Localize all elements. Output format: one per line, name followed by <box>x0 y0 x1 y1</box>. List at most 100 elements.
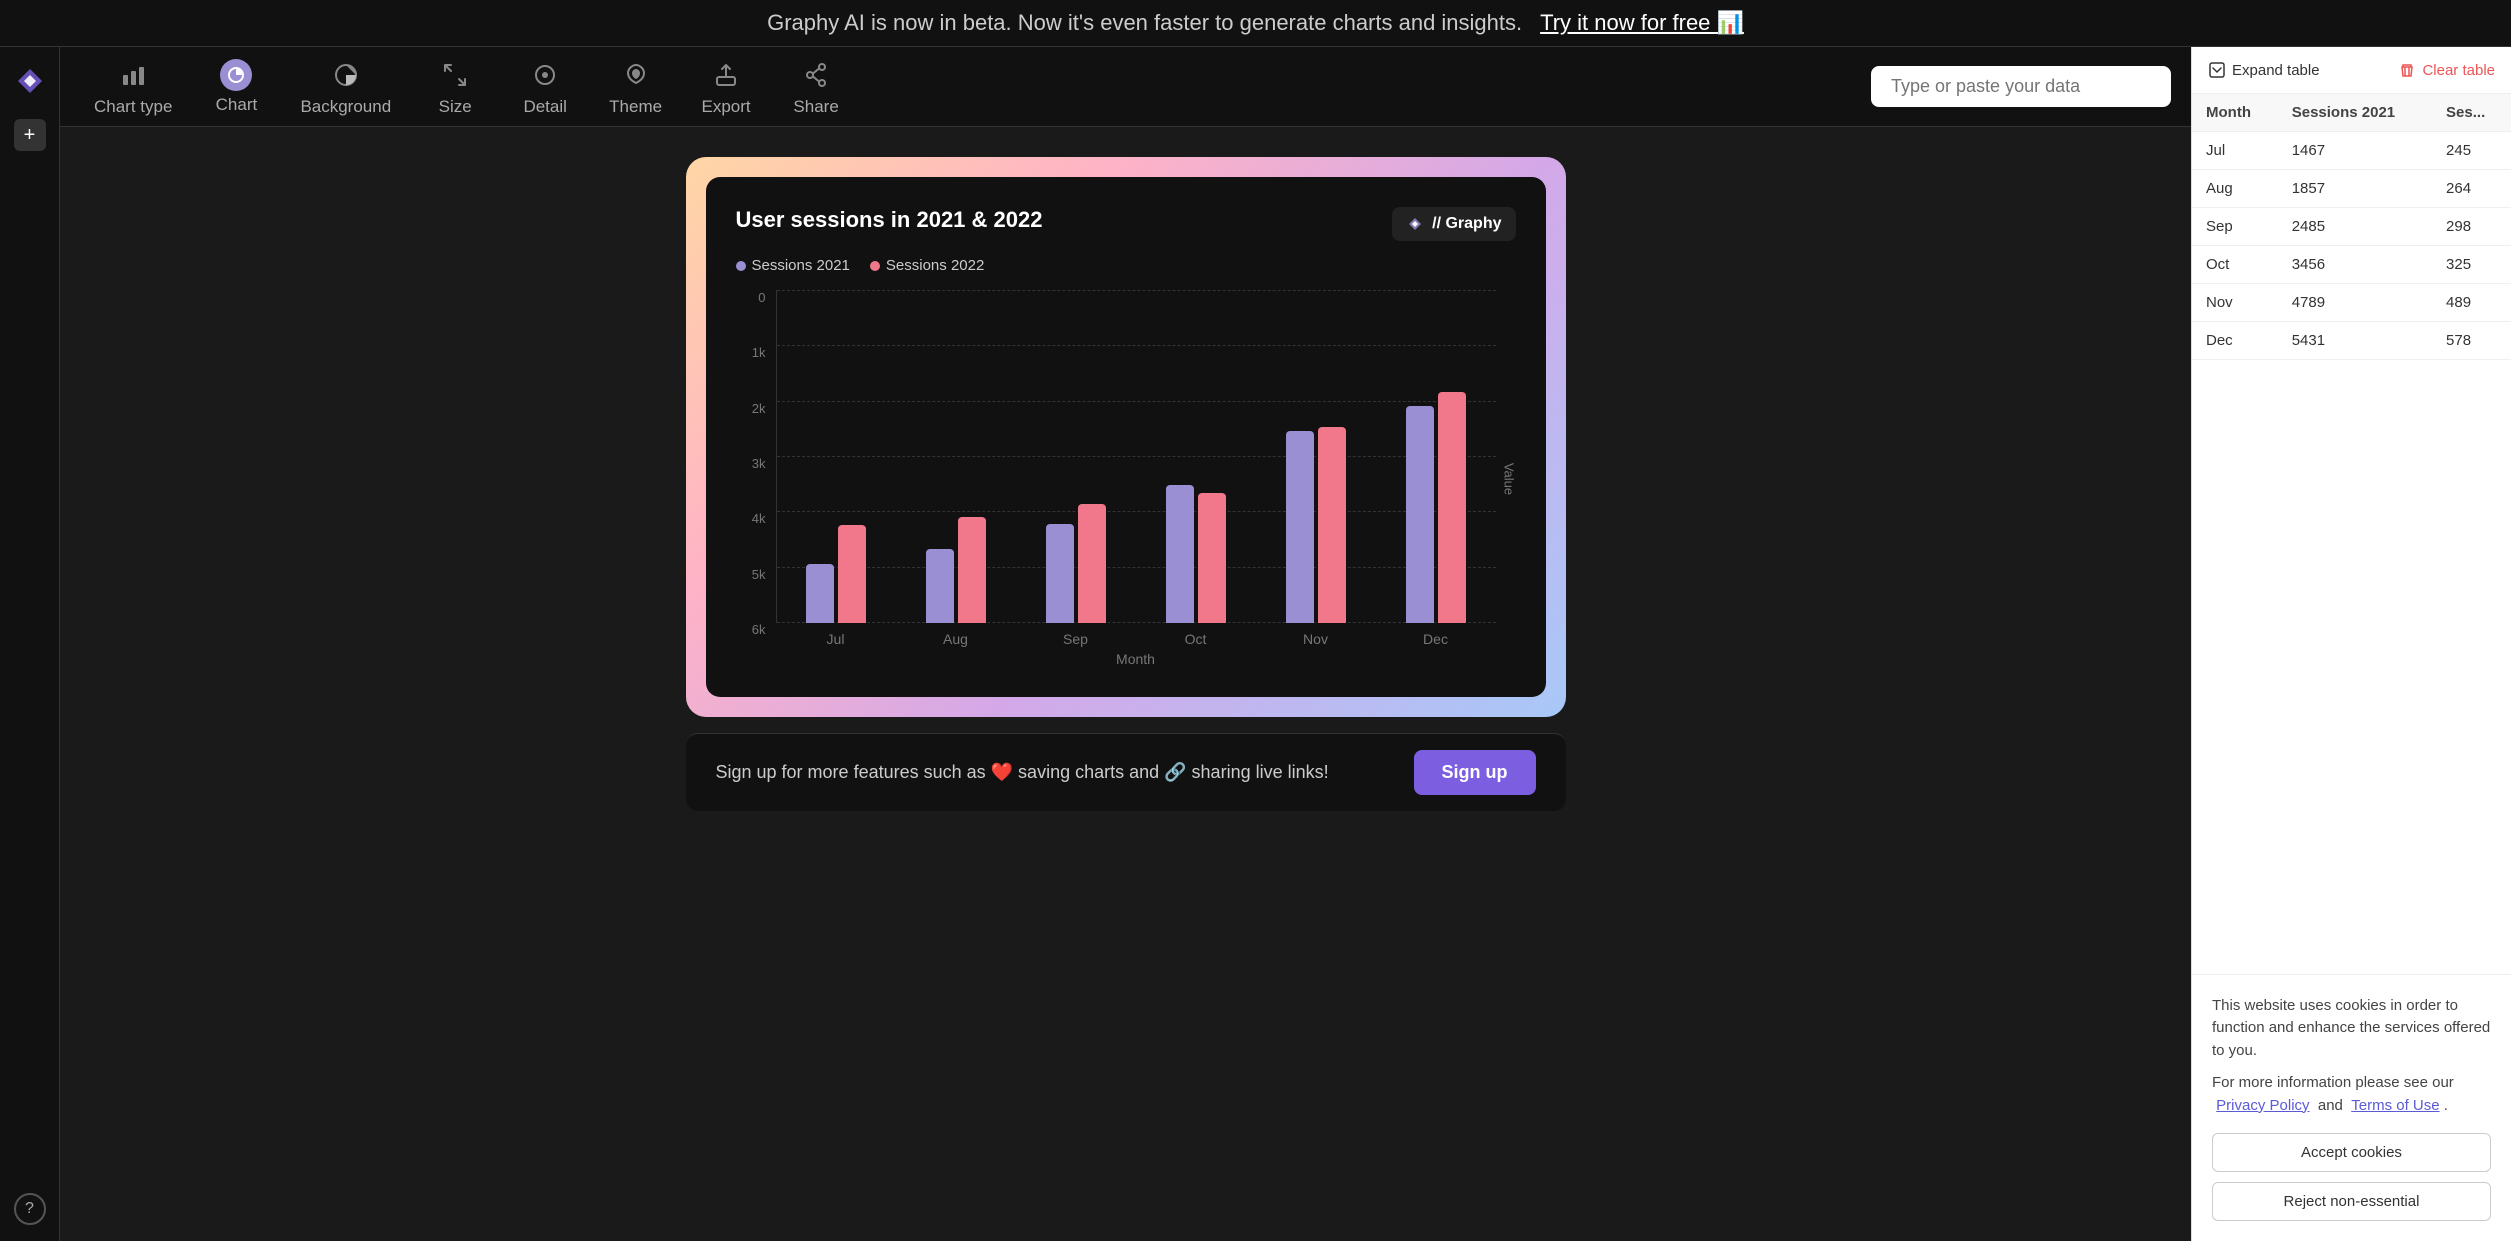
reject-cookies-button[interactable]: Reject non-essential <box>2212 1182 2491 1221</box>
canvas-area: User sessions in 2021 & 2022 // Graphy <box>60 127 2191 1241</box>
toolbar-chart[interactable]: Chart <box>196 51 276 123</box>
type-paste-input[interactable] <box>1871 66 2171 107</box>
toolbar-size[interactable]: Size <box>415 49 495 125</box>
signup-bar: Sign up for more features such as ❤️ sav… <box>686 733 1566 811</box>
bar-2021-dec <box>1406 406 1434 623</box>
logo <box>12 63 48 99</box>
toolbar-export[interactable]: Export <box>686 49 766 125</box>
theme-icon <box>618 57 654 93</box>
y-label-5k: 5k <box>736 567 766 582</box>
bar-2022-jul <box>838 525 866 623</box>
sessions-table: Month Sessions 2021 Ses... Jul1467245Aug… <box>2192 94 2511 360</box>
x-label-nov: Nov <box>1256 631 1376 647</box>
table-cell-2021: 5431 <box>2278 322 2432 360</box>
terms-link[interactable]: Terms of Use <box>2351 1097 2439 1114</box>
size-icon <box>437 57 473 93</box>
table-row: Jul1467245 <box>2192 132 2511 170</box>
table-cell-2021: 3456 <box>2278 246 2432 284</box>
y-label-2k: 2k <box>736 401 766 416</box>
y-label-0: 0 <box>736 290 766 305</box>
table-cell-2021: 4789 <box>2278 284 2432 322</box>
bar-2021-sep <box>1046 524 1074 623</box>
main-content: Chart type Chart <box>60 47 2191 1241</box>
table-cell-2022: 264 <box>2432 170 2511 208</box>
bar-2022-aug <box>958 517 986 623</box>
chart-icon <box>220 59 252 91</box>
expand-table-button[interactable]: Expand table <box>2208 61 2320 79</box>
x-label-oct: Oct <box>1136 631 1256 647</box>
y-label-1k: 1k <box>736 345 766 360</box>
table-cell-2022: 489 <box>2432 284 2511 322</box>
left-sidebar: + ? <box>0 47 60 1241</box>
table-cell-month: Oct <box>2192 246 2278 284</box>
table-row: Oct3456325 <box>2192 246 2511 284</box>
bar-2022-dec <box>1438 392 1466 623</box>
app-layout: + ? Chart type <box>0 47 2511 1241</box>
cookie-more-text: For more information please see our Priv… <box>2212 1072 2491 1117</box>
col-sessions-2022: Ses... <box>2432 94 2511 132</box>
col-sessions-2021: Sessions 2021 <box>2278 94 2432 132</box>
export-icon <box>708 57 744 93</box>
cookie-buttons: Accept cookies Reject non-essential <box>2212 1133 2491 1221</box>
expand-table-label: Expand table <box>2232 62 2320 79</box>
table-header-row: Month Sessions 2021 Ses... <box>2192 94 2511 132</box>
cookie-notice: This website uses cookies in order to fu… <box>2192 974 2511 1241</box>
legend-item-2021: Sessions 2021 <box>736 257 850 274</box>
table-row: Dec5431578 <box>2192 322 2511 360</box>
bar-group-oct <box>1136 290 1256 623</box>
trash-icon <box>2398 61 2416 79</box>
x-axis-labels: JulAugSepOctNovDec <box>776 631 1496 647</box>
detail-icon <box>527 57 563 93</box>
bar-2022-sep <box>1078 504 1106 623</box>
legend-label-2021: Sessions 2021 <box>752 257 850 274</box>
x-axis-title: Month <box>776 651 1496 667</box>
table-cell-month: Jul <box>2192 132 2278 170</box>
bar-group-nov <box>1256 290 1376 623</box>
background-icon <box>328 57 364 93</box>
signup-bar-text: Sign up for more features such as ❤️ sav… <box>716 762 1329 783</box>
export-label: Export <box>702 97 751 117</box>
graphy-badge-text: // Graphy <box>1432 215 1501 233</box>
table-row: Aug1857264 <box>2192 170 2511 208</box>
x-label-dec: Dec <box>1376 631 1496 647</box>
right-panel: Expand table Clear table Month Sessions … <box>2191 47 2511 1241</box>
table-cell-2022: 245 <box>2432 132 2511 170</box>
table-row: Nov4789489 <box>2192 284 2511 322</box>
y-label-3k: 3k <box>736 456 766 471</box>
toolbar-detail[interactable]: Detail <box>505 49 585 125</box>
col-month: Month <box>2192 94 2278 132</box>
graphy-logo-small <box>1406 215 1424 233</box>
size-label: Size <box>439 97 472 117</box>
toolbar-background[interactable]: Background <box>286 49 405 125</box>
signup-button[interactable]: Sign up <box>1414 750 1536 795</box>
chart-legend: Sessions 2021 Sessions 2022 <box>736 257 1516 274</box>
chart-body: 6k 5k 4k 3k 2k 1k 0 <box>736 290 1516 667</box>
chart-header: User sessions in 2021 & 2022 // Graphy <box>736 207 1516 241</box>
y-axis-title: Value <box>1502 462 1517 494</box>
x-label-sep: Sep <box>1016 631 1136 647</box>
table-cell-2021: 2485 <box>2278 208 2432 246</box>
table-cell-month: Dec <box>2192 322 2278 360</box>
chart-plot: JulAugSepOctNovDec Month <box>776 290 1496 667</box>
data-table: Month Sessions 2021 Ses... Jul1467245Aug… <box>2192 94 2511 974</box>
toolbar-theme[interactable]: Theme <box>595 49 676 125</box>
bar-2021-nov <box>1286 431 1314 623</box>
toolbar-chart-type[interactable]: Chart type <box>80 49 186 125</box>
theme-label: Theme <box>609 97 662 117</box>
legend-label-2022: Sessions 2022 <box>886 257 984 274</box>
clear-table-button[interactable]: Clear table <box>2398 61 2495 79</box>
table-cell-2021: 1467 <box>2278 132 2432 170</box>
x-label-jul: Jul <box>776 631 896 647</box>
add-button[interactable]: + <box>14 119 46 151</box>
help-button[interactable]: ? <box>14 1193 46 1225</box>
bar-group-jul <box>777 290 897 623</box>
graphy-badge: // Graphy <box>1392 207 1515 241</box>
accept-cookies-button[interactable]: Accept cookies <box>2212 1133 2491 1172</box>
legend-item-2022: Sessions 2022 <box>870 257 984 274</box>
announcement-bar: Graphy AI is now in beta. Now it's even … <box>0 0 2511 47</box>
announcement-cta[interactable]: Try it now for free 📊 <box>1540 10 1744 35</box>
privacy-policy-link[interactable]: Privacy Policy <box>2216 1097 2309 1114</box>
toolbar-share[interactable]: Share <box>776 49 856 125</box>
chart-label: Chart <box>216 95 258 115</box>
table-cell-2022: 298 <box>2432 208 2511 246</box>
